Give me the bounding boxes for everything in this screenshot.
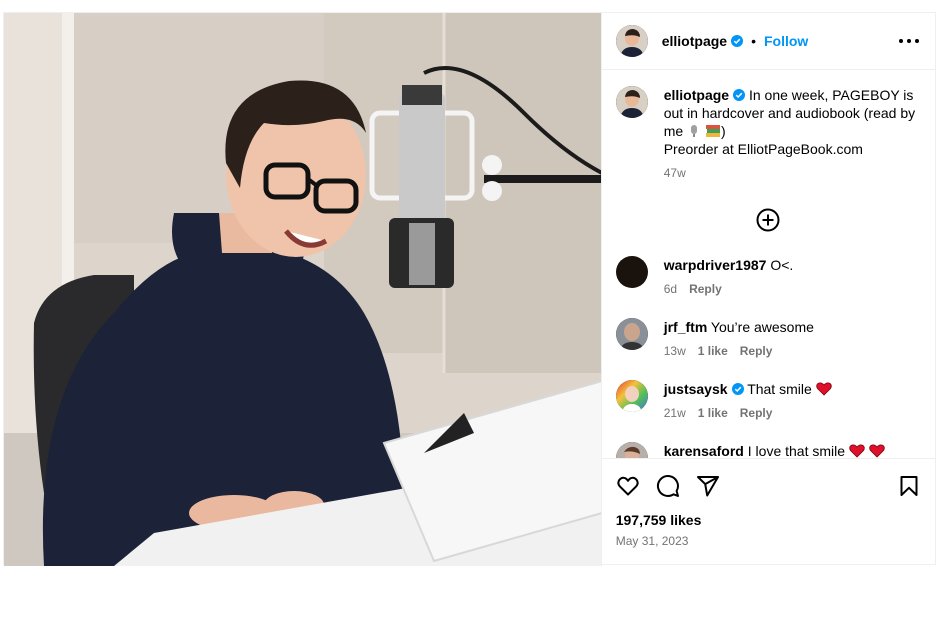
instagram-post: elliotpage • Follow elliotpage In one we…	[3, 12, 936, 566]
red-heart-emoji-icon	[849, 444, 865, 458]
recording-studio-photo	[4, 13, 601, 566]
comment-likes[interactable]: 1 like	[698, 406, 728, 420]
reply-button[interactable]: Reply	[689, 282, 722, 296]
avatar[interactable]	[615, 25, 648, 57]
caption-time[interactable]: 47w	[664, 166, 686, 180]
heart-icon[interactable]	[616, 474, 640, 498]
avatar[interactable]	[615, 380, 648, 412]
avatar[interactable]	[615, 86, 648, 118]
post-header: elliotpage • Follow	[601, 13, 935, 70]
separator-dot: •	[751, 33, 756, 49]
verified-icon	[731, 35, 744, 47]
comments-section[interactable]: elliotpage In one week, PAGEBOY is out i…	[602, 70, 935, 458]
comment-username[interactable]: justsaysk	[664, 381, 728, 397]
comment: justsaysk That smile 21w 1 like Reply	[615, 380, 921, 420]
caption-close: )	[720, 123, 726, 139]
comment-icon[interactable]	[656, 474, 680, 498]
post-photo[interactable]	[4, 13, 601, 566]
avatar[interactable]	[615, 318, 648, 350]
reply-button[interactable]: Reply	[740, 406, 773, 420]
comment: karensaford I love that smile	[615, 442, 921, 458]
bookmark-icon[interactable]	[897, 474, 921, 498]
verified-icon	[731, 383, 744, 395]
comment-time[interactable]: 6d	[664, 282, 677, 296]
verified-icon	[733, 89, 746, 101]
comment-username[interactable]: karensaford	[664, 443, 744, 458]
comment-time[interactable]: 21w	[664, 406, 686, 420]
red-heart-emoji-icon	[815, 382, 832, 396]
caption-link: Preorder at ElliotPageBook.com	[663, 141, 863, 157]
load-more-comments	[616, 208, 921, 232]
avatar[interactable]	[615, 442, 648, 458]
comment-username[interactable]: jrf_ftm	[664, 319, 708, 335]
likes-count[interactable]: 197,759 likes	[602, 512, 935, 528]
comment-likes[interactable]: 1 like	[698, 344, 728, 358]
microphone-emoji-icon	[691, 125, 698, 137]
post-side-panel: elliotpage • Follow elliotpage In one we…	[600, 13, 935, 566]
comment-text: O<.	[770, 257, 794, 273]
more-options-icon[interactable]	[897, 29, 921, 53]
share-icon[interactable]	[696, 474, 720, 498]
post-username[interactable]: elliotpage	[662, 33, 727, 49]
avatar[interactable]	[615, 256, 648, 288]
comment: jrf_ftm You’re awesome 13w 1 like Reply	[615, 318, 921, 358]
reply-button[interactable]: Reply	[740, 344, 773, 358]
comment-text: I love that smile	[747, 443, 846, 458]
follow-button[interactable]: Follow	[764, 33, 808, 49]
caption-meta: 47w	[664, 166, 921, 180]
add-circle-icon[interactable]	[756, 208, 780, 232]
comment: warpdriver1987 O<. 6d Reply	[615, 256, 921, 296]
caption: elliotpage In one week, PAGEBOY is out i…	[615, 86, 921, 180]
caption-text: elliotpage In one week, PAGEBOY is out i…	[664, 86, 921, 158]
comment-time[interactable]: 13w	[664, 344, 686, 358]
comment-text: You’re awesome	[710, 319, 814, 335]
books-emoji-icon	[705, 125, 720, 137]
caption-username[interactable]: elliotpage	[664, 87, 729, 103]
action-bar	[601, 458, 935, 512]
comment-text: That smile	[747, 381, 812, 397]
comment-username[interactable]: warpdriver1987	[664, 257, 767, 273]
red-heart-emoji-icon	[869, 444, 885, 458]
post-date[interactable]: May 31, 2023	[602, 528, 935, 566]
